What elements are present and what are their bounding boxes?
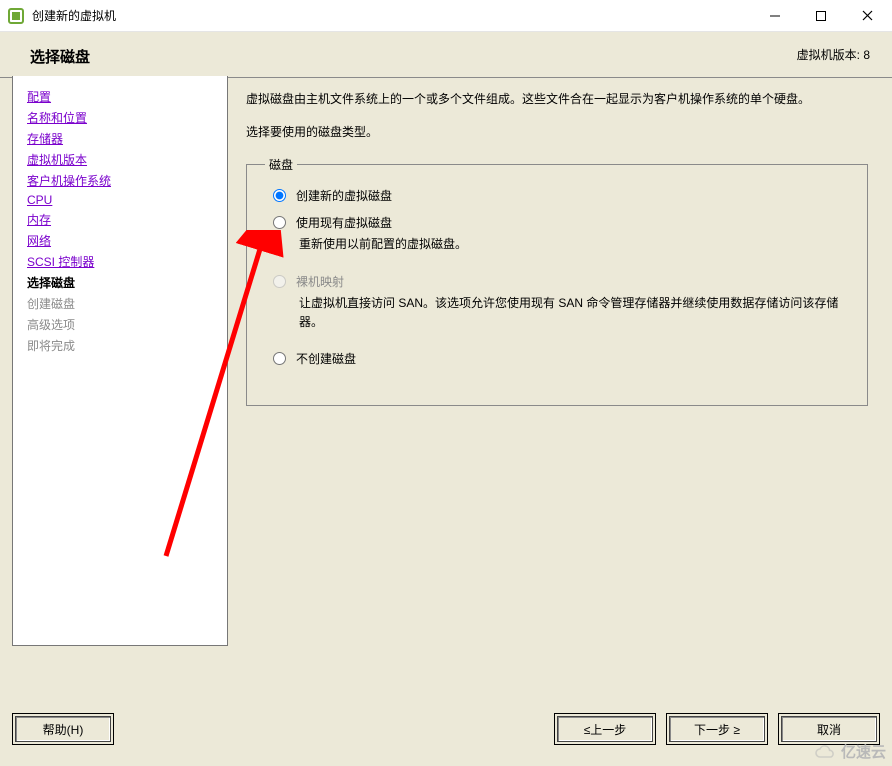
sidebar-item-advanced: 高级选项 [27,316,227,333]
sidebar-item-storage[interactable]: 存储器 [27,130,227,147]
help-button[interactable]: 帮助(H) [15,716,111,742]
sidebar-item-ready: 即将完成 [27,337,227,354]
radio-create-new[interactable]: 创建新的虚拟磁盘 [265,187,849,204]
window-controls [752,1,890,31]
radio-no-disk[interactable]: 不创建磁盘 [265,350,849,367]
sidebar-item-scsi[interactable]: SCSI 控制器 [27,253,227,270]
sidebar-item-guestos[interactable]: 客户机操作系统 [27,172,227,189]
radio-raw-mapping: 裸机映射 [265,273,849,290]
page-title: 选择磁盘 [30,46,797,67]
sidebar-item-selectdisk: 选择磁盘 [27,274,227,291]
radio-use-existing-label: 使用现有虚拟磁盘 [296,214,392,231]
back-button-label: ≤上一步 [584,723,627,737]
sidebar-item-createdisk: 创建磁盘 [27,295,227,312]
wizard-body: 配置 名称和位置 存储器 虚拟机版本 客户机操作系统 CPU 内存 网络 SCS… [0,78,892,701]
disk-description: 虚拟磁盘由主机文件系统上的一个或多个文件组成。这些文件合在一起显示为客户机操作系… [246,90,868,109]
radio-no-disk-label: 不创建磁盘 [296,350,356,367]
window-titlebar: 创建新的虚拟机 [0,0,892,32]
radio-no-disk-input[interactable] [273,352,286,365]
app-icon [8,8,24,24]
next-button-frame: 下一步 ≥ [666,713,768,745]
sidebar-item-config[interactable]: 配置 [27,88,227,105]
radio-create-new-label: 创建新的虚拟磁盘 [296,187,392,204]
back-button-frame: ≤上一步 [554,713,656,745]
radio-use-existing[interactable]: 使用现有虚拟磁盘 [265,214,849,231]
sidebar-item-memory[interactable]: 内存 [27,211,227,228]
maximize-button[interactable] [798,1,844,31]
radio-raw-mapping-input [273,275,286,288]
sidebar-item-version[interactable]: 虚拟机版本 [27,151,227,168]
radio-raw-mapping-desc: 让虚拟机直接访问 SAN。该选项允许您使用现有 SAN 命令管理存储器并继续使用… [299,294,849,332]
next-button-label: 下一步 ≥ [694,723,740,737]
back-button[interactable]: ≤上一步 [557,716,653,742]
cancel-button-frame: 取消 [778,713,880,745]
wizard-footer: 帮助(H) ≤上一步 下一步 ≥ 取消 [0,701,892,757]
minimize-button[interactable] [752,1,798,31]
wizard-header: 选择磁盘 虚拟机版本: 8 [0,32,892,77]
radio-use-existing-desc: 重新使用以前配置的虚拟磁盘。 [299,235,849,254]
wizard-content: 虚拟磁盘由主机文件系统上的一个或多个文件组成。这些文件合在一起显示为客户机操作系… [228,78,892,701]
sidebar-item-name[interactable]: 名称和位置 [27,109,227,126]
close-button[interactable] [844,1,890,31]
window-title: 创建新的虚拟机 [32,7,752,24]
footer-right-group: ≤上一步 下一步 ≥ 取消 [544,713,880,745]
wizard-steps-sidebar: 配置 名称和位置 存储器 虚拟机版本 客户机操作系统 CPU 内存 网络 SCS… [12,76,228,646]
sidebar-item-cpu[interactable]: CPU [27,193,227,207]
cancel-button[interactable]: 取消 [781,716,877,742]
help-button-frame: 帮助(H) [12,713,114,745]
cancel-button-label: 取消 [817,723,841,737]
help-button-label: 帮助(H) [43,723,84,737]
vm-version-label: 虚拟机版本: 8 [797,46,870,63]
disk-fieldset-legend: 磁盘 [265,156,297,173]
sidebar-item-network[interactable]: 网络 [27,232,227,249]
radio-raw-mapping-label: 裸机映射 [296,273,344,290]
next-button[interactable]: 下一步 ≥ [669,716,765,742]
disk-fieldset: 磁盘 创建新的虚拟磁盘 使用现有虚拟磁盘 重新使用以前配置的虚拟磁盘。 裸机映射 [246,156,868,406]
radio-use-existing-input[interactable] [273,216,286,229]
disk-prompt: 选择要使用的磁盘类型。 [246,123,868,142]
radio-create-new-input[interactable] [273,189,286,202]
